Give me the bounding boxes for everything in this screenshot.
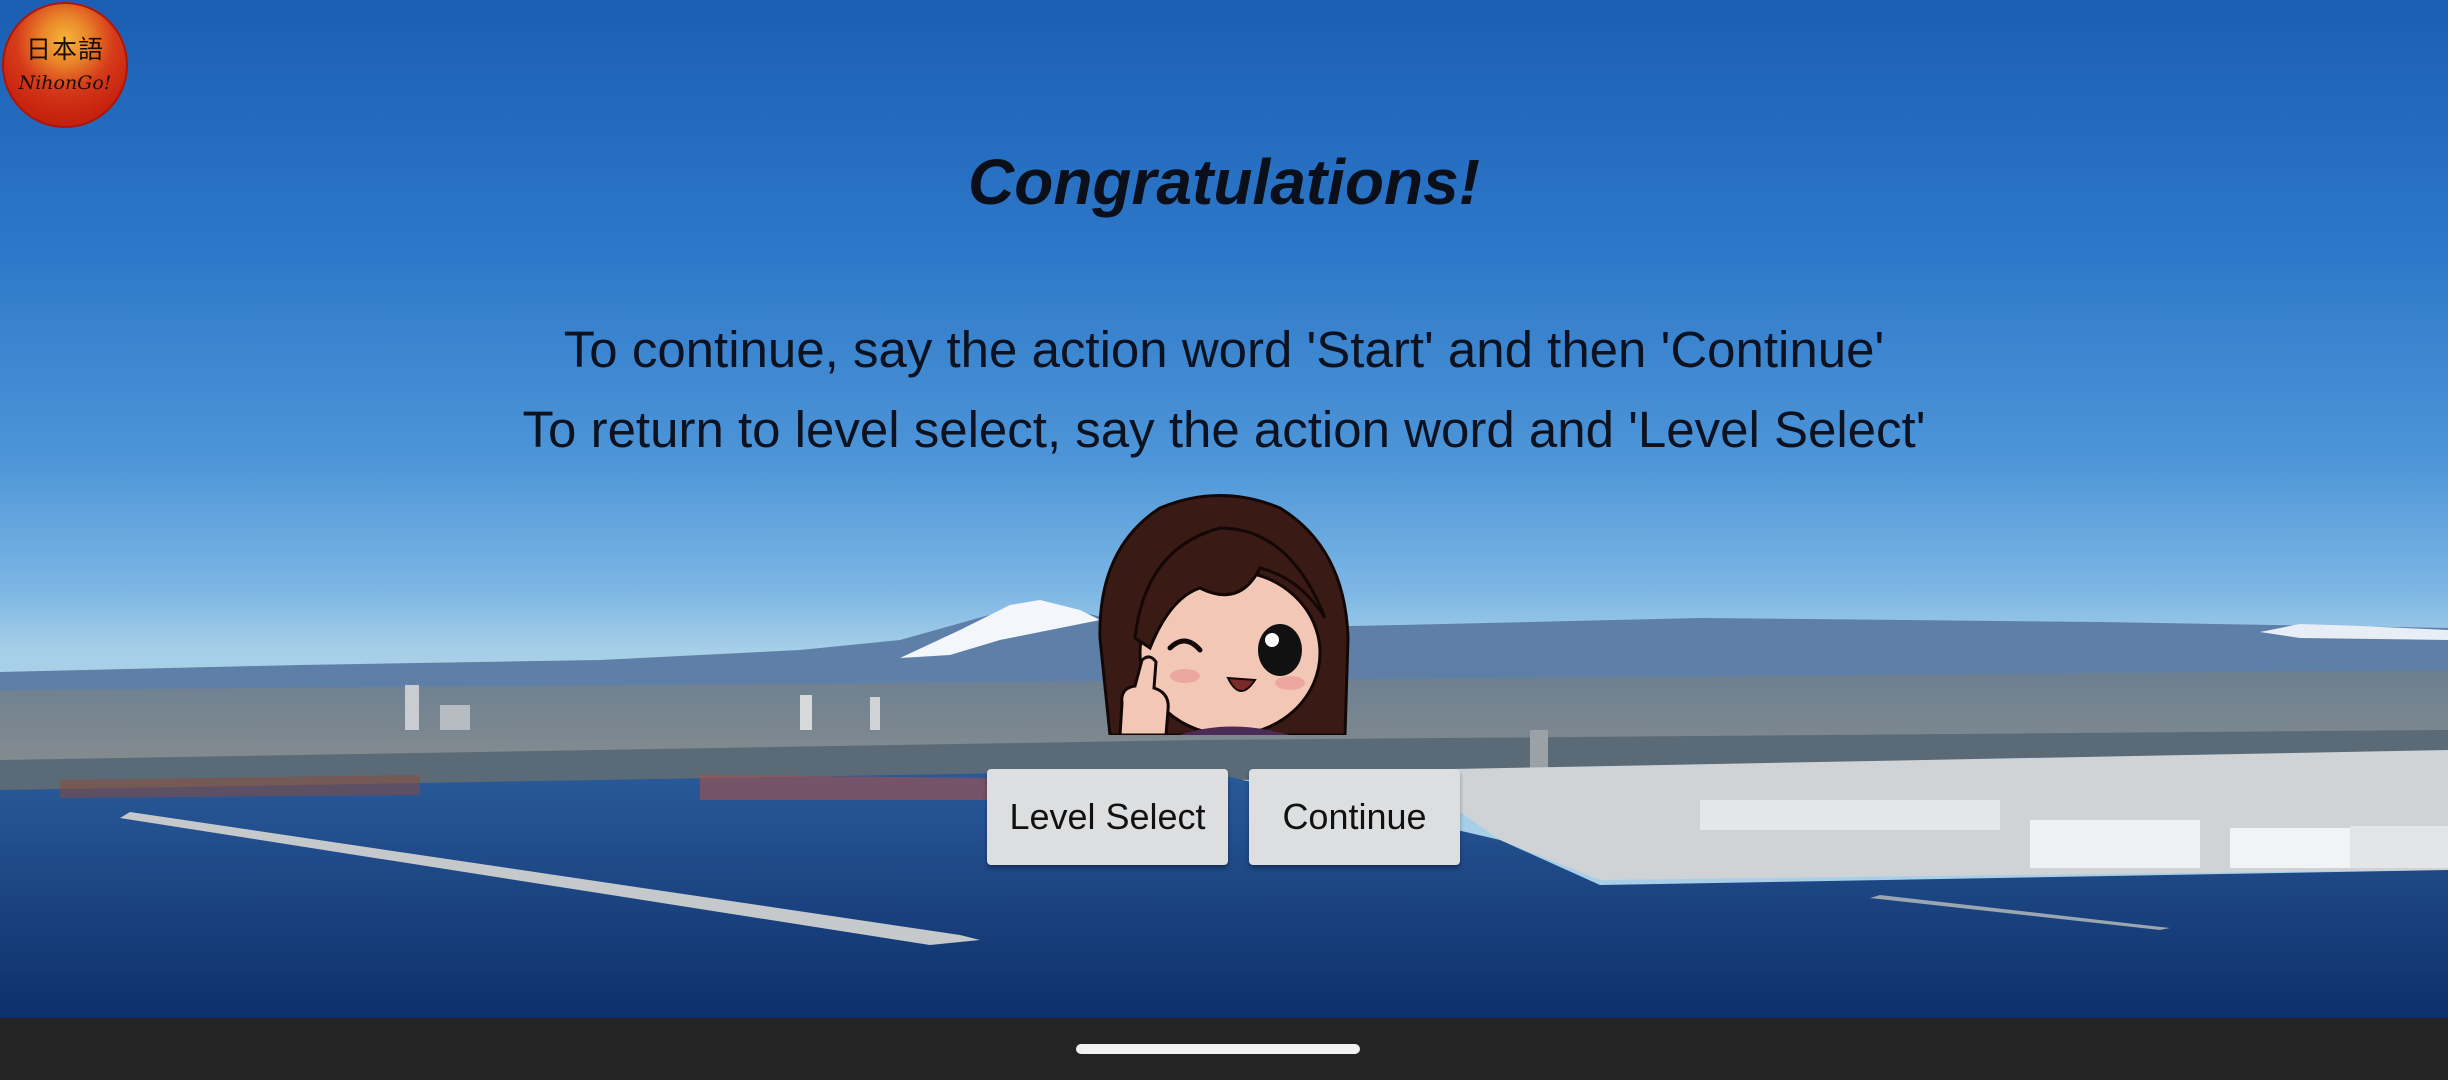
- logo-kanji: 日本語: [25, 35, 104, 64]
- instruction-level-select: To return to level select, say the actio…: [522, 401, 1926, 458]
- congratulations-title: Congratulations!: [968, 146, 1480, 218]
- gesture-handle-icon[interactable]: [1076, 1044, 1360, 1054]
- app-logo: 日本語 NihonGo!: [2, 2, 128, 128]
- logo-wordmark: NihonGo!: [18, 72, 112, 94]
- continue-button[interactable]: Continue: [1249, 769, 1460, 865]
- mascot-wink-thumbs-up-icon: [1098, 494, 1350, 735]
- instruction-continue: To continue, say the action word 'Start'…: [563, 321, 1885, 378]
- level-select-button[interactable]: Level Select: [987, 769, 1228, 865]
- system-navigation-bar: [0, 1018, 2448, 1080]
